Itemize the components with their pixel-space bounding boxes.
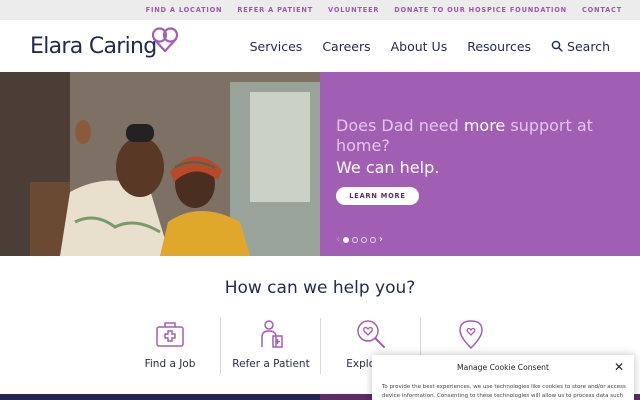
- nav-search[interactable]: Search: [551, 39, 610, 54]
- cookie-consent-dialog: Manage Cookie Consent ✕ To provide the b…: [372, 355, 634, 400]
- help-item-refer-patient[interactable]: Refer a Patient: [220, 318, 320, 374]
- search-icon: [551, 40, 563, 52]
- nav-services[interactable]: Services: [250, 39, 303, 54]
- cookie-text: To provide the best experiences, we use …: [382, 384, 626, 399]
- caregiver-icon: [260, 320, 283, 348]
- utility-link-donate[interactable]: DONATE TO OUR HOSPICE FOUNDATION: [394, 6, 567, 14]
- hero-question-part1: Does Dad need: [336, 116, 464, 135]
- nav-resources[interactable]: Resources: [467, 39, 531, 54]
- hero-question: Does Dad need more support at home?: [336, 116, 626, 156]
- logo-text: Elara Caring: [30, 34, 157, 59]
- medical-kit-icon: [156, 322, 184, 347]
- search-label: Search: [567, 38, 610, 54]
- hero-panel: Does Dad need more support at home? We c…: [320, 72, 640, 256]
- help-title: How can we help you?: [224, 278, 416, 298]
- carousel-dot-2[interactable]: [352, 237, 358, 243]
- location-heart-icon: [458, 320, 483, 350]
- magnifier-heart-icon: [356, 320, 385, 348]
- chevron-left-icon[interactable]: ‹: [336, 235, 340, 245]
- main-nav: Services Careers About Us Resources Sear…: [250, 20, 610, 72]
- help-item-find-job[interactable]: Find a Job: [120, 318, 220, 374]
- utility-links: FIND A LOCATION REFER A PATIENT VOLUNTEE…: [146, 0, 622, 20]
- hero-photo: [0, 72, 320, 256]
- nav-about-us[interactable]: About Us: [391, 39, 448, 54]
- close-icon[interactable]: ✕: [614, 361, 624, 373]
- site-header: Elara Caring Services Careers About Us R…: [0, 20, 640, 72]
- hero-question-emphasis: more: [463, 116, 506, 135]
- cookie-title: Manage Cookie Consent: [457, 363, 549, 372]
- logo[interactable]: Elara Caring: [30, 26, 182, 66]
- help-label-refer-patient: Refer a Patient: [232, 358, 310, 370]
- utility-link-refer-patient[interactable]: REFER A PATIENT: [237, 6, 313, 14]
- utility-link-contact[interactable]: CONTACT: [582, 6, 622, 14]
- utility-link-find-location[interactable]: FIND A LOCATION: [146, 6, 223, 14]
- carousel-dot-3[interactable]: [361, 237, 367, 243]
- carousel-dot-4[interactable]: [370, 237, 376, 243]
- chevron-right-icon[interactable]: ›: [379, 235, 383, 245]
- hero-answer: We can help.: [336, 158, 440, 177]
- carousel-dot-1[interactable]: [343, 237, 349, 243]
- hero-photo-illustration: [0, 72, 320, 256]
- carousel-controls: ‹ ›: [336, 235, 383, 245]
- utility-bar: FIND A LOCATION REFER A PATIENT VOLUNTEE…: [0, 0, 640, 20]
- help-label-find-job: Find a Job: [144, 358, 196, 370]
- nav-careers[interactable]: Careers: [322, 39, 370, 54]
- hero: Does Dad need more support at home? We c…: [0, 72, 640, 256]
- heart-logo-icon: [151, 27, 179, 53]
- learn-more-button[interactable]: LEARN MORE: [336, 187, 419, 205]
- utility-link-volunteer[interactable]: VOLUNTEER: [328, 6, 379, 14]
